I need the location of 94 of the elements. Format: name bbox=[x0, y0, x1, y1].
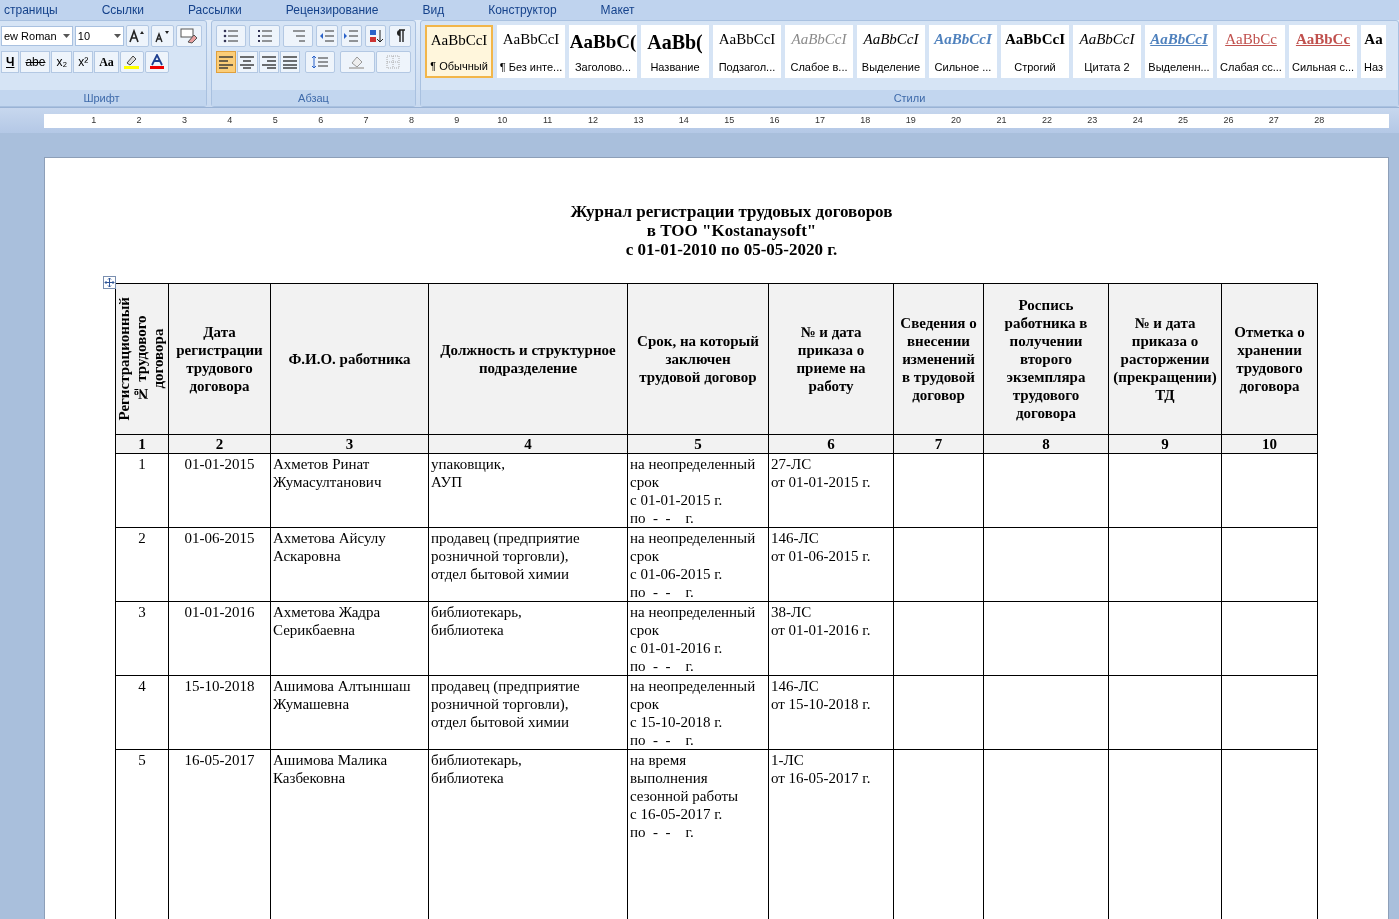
column-header: № и дата приказа о приеме на работу bbox=[768, 283, 894, 435]
grow-font-icon[interactable] bbox=[126, 25, 149, 47]
table-cell: Ашимова Малика Казбековна bbox=[270, 749, 429, 919]
column-header: Роспись работника в получении второго экземпляра трудового договора bbox=[983, 283, 1109, 435]
column-header: Ф.И.О. работника bbox=[270, 283, 429, 435]
table-cell: 1 bbox=[115, 453, 169, 528]
table-cell: 146-ЛС от 01-06-2015 г. bbox=[768, 527, 894, 602]
format-button[interactable]: Ч bbox=[1, 51, 20, 73]
format-button[interactable]: x² bbox=[73, 51, 94, 73]
ribbon-tab[interactable]: Вид bbox=[400, 1, 467, 19]
ruler[interactable]: 1 2 3 4 5 6 7 8 9 10 11 12 13 14 15 16 17 18 19 20 21 22 23 24 25 26 27 28 bbox=[44, 113, 1389, 128]
table-cell: Ашимова Алтыншаш Жумашевна bbox=[270, 675, 429, 750]
numbered-list-icon[interactable] bbox=[249, 25, 280, 47]
table-cell: на время выполнения сезонной работы с 16-05-2017 г. по - - г. bbox=[627, 749, 769, 919]
table-cell: 2 bbox=[115, 527, 169, 602]
style-preset[interactable]: AaBbCcI Подзагол... bbox=[713, 25, 781, 78]
style-preset[interactable]: AaBbCcI ¶ Обычный bbox=[425, 25, 493, 78]
style-preset[interactable]: Aa Наз bbox=[1361, 25, 1386, 78]
table-cell: 27-ЛС от 01-01-2015 г. bbox=[768, 453, 894, 528]
table-cell: Ахметова Айсулу Аскаровна bbox=[270, 527, 429, 602]
table-cell: библиотекарь, библиотека bbox=[428, 601, 628, 676]
table-move-handle[interactable] bbox=[103, 276, 116, 289]
ribbon-tab[interactable]: Конструктор bbox=[466, 1, 579, 19]
align-left-icon[interactable] bbox=[216, 51, 237, 73]
align-right-icon[interactable] bbox=[258, 51, 279, 73]
bullet-list-icon[interactable] bbox=[216, 25, 247, 47]
decrease-indent-icon[interactable] bbox=[316, 25, 338, 47]
document-title: Журнал регистрации трудовых договоров bbox=[570, 202, 893, 221]
font-color-icon[interactable] bbox=[144, 51, 169, 73]
table-cell: на неопределенный срок с 15-10-2018 г. по - - г. bbox=[627, 675, 769, 750]
format-button[interactable]: x₂ bbox=[51, 51, 73, 73]
multilevel-list-icon[interactable] bbox=[282, 25, 314, 47]
table-cell: библиотекарь, библиотека bbox=[428, 749, 628, 919]
style-preset[interactable]: AaBb( Название bbox=[641, 25, 709, 78]
font-size-field[interactable]: 10 bbox=[74, 26, 125, 46]
sort-icon[interactable] bbox=[365, 25, 387, 47]
table-cell: 15-10-2018 bbox=[168, 675, 271, 750]
group-label: Шрифт bbox=[83, 90, 120, 106]
column-header: Срок, на который заключен трудовой договор bbox=[627, 283, 769, 435]
table-cell: 01-06-2015 bbox=[168, 527, 271, 602]
shrink-font-icon[interactable] bbox=[150, 25, 174, 47]
ribbon-tab[interactable]: Макет bbox=[578, 1, 657, 19]
table-cell: на неопределенный срок с 01-06-2015 г. по - - г. bbox=[627, 527, 769, 602]
column-header: Отметка о хранении трудового договора bbox=[1221, 283, 1318, 435]
clear-format-icon[interactable] bbox=[175, 25, 202, 47]
ribbon-tab[interactable]: Рассылки bbox=[165, 1, 264, 19]
pilcrow-icon[interactable] bbox=[389, 25, 411, 47]
style-preset[interactable]: AaBbCcI Выделенн... bbox=[1145, 25, 1213, 78]
justify-icon[interactable] bbox=[279, 51, 301, 73]
table-cell: Ахметов Ринат Жумасултанович bbox=[270, 453, 429, 528]
table-cell: продавец (предприятие розничной торговли), отдел бытовой химии bbox=[428, 527, 628, 602]
table-cell: 4 bbox=[115, 675, 169, 750]
ribbon-tab[interactable]: страницы bbox=[0, 1, 80, 19]
style-preset[interactable]: AaBbCcI Строгий bbox=[1001, 25, 1069, 78]
table-cell: на неопределенный срок с 01-01-2016 г. по - - г. bbox=[627, 601, 769, 676]
ribbon-tab[interactable]: Рецензирование bbox=[263, 1, 401, 19]
format-button[interactable]: Aa bbox=[94, 51, 119, 73]
style-preset[interactable]: AaBbCcI Цитата 2 bbox=[1073, 25, 1141, 78]
column-header: Дата регистрации трудового договора bbox=[168, 283, 271, 435]
column-header: Сведения о внесении изменений в трудовой договор bbox=[893, 283, 984, 435]
style-preset[interactable]: AaBbCcI Выделение bbox=[857, 25, 925, 78]
column-header: № и дата приказа о расторжении (прекращении) ТД bbox=[1108, 283, 1222, 435]
table-cell: 3 bbox=[115, 601, 169, 676]
document-title: в ТОО "Kostanaysoft" bbox=[646, 221, 817, 240]
document-title: с 01-01-2010 по 05-05-2020 г. bbox=[625, 240, 838, 259]
caret-icon[interactable] bbox=[114, 34, 122, 38]
caret-icon[interactable] bbox=[62, 34, 70, 38]
table-cell: 1-ЛС от 16-05-2017 г. bbox=[768, 749, 894, 919]
table-cell: 5 bbox=[115, 749, 169, 919]
style-preset[interactable]: AaBbCcI Сильное ... bbox=[929, 25, 997, 78]
table-cell: 38-ЛС от 01-01-2016 г. bbox=[768, 601, 894, 676]
table-cell: 146-ЛС от 15-10-2018 г. bbox=[768, 675, 894, 750]
table-cell: Ахметова Жадра Серикбаевна bbox=[270, 601, 429, 676]
table-cell: продавец (предприятие розничной торговли), отдел бытовой химии bbox=[428, 675, 628, 750]
style-preset[interactable]: AaBbC( Заголово... bbox=[569, 25, 637, 78]
style-preset[interactable]: AaBbCcI Слабое в... bbox=[785, 25, 853, 78]
group-label: Абзац bbox=[298, 90, 329, 106]
column-header: Должность и структурное подразделение bbox=[428, 283, 628, 435]
table-cell: на неопределенный срок с 01-01-2015 г. по - - г. bbox=[627, 453, 769, 528]
line-spacing-icon[interactable] bbox=[305, 51, 335, 73]
increase-indent-icon[interactable] bbox=[340, 25, 362, 47]
align-center-icon[interactable] bbox=[237, 51, 258, 73]
table-cell: 01-01-2016 bbox=[168, 601, 271, 676]
style-preset[interactable]: AaBbCc Сильная с... bbox=[1289, 25, 1357, 78]
ribbon-tab[interactable]: Ссылки bbox=[79, 1, 166, 19]
table-cell: 01-01-2015 bbox=[168, 453, 271, 528]
font-name-field[interactable]: ew Roman bbox=[1, 26, 73, 46]
style-preset[interactable]: AaBbCcI ¶ Без инте... bbox=[497, 25, 565, 78]
style-preset[interactable]: AaBbCc Слабая сс... bbox=[1217, 25, 1285, 78]
column-header: Регистрационный № трудового договора bbox=[116, 297, 167, 421]
table-cell: упаковщик, АУП bbox=[428, 453, 628, 528]
highlight-icon[interactable] bbox=[119, 51, 144, 73]
group-label: Стили bbox=[893, 90, 926, 106]
format-button[interactable]: abe bbox=[20, 51, 51, 73]
